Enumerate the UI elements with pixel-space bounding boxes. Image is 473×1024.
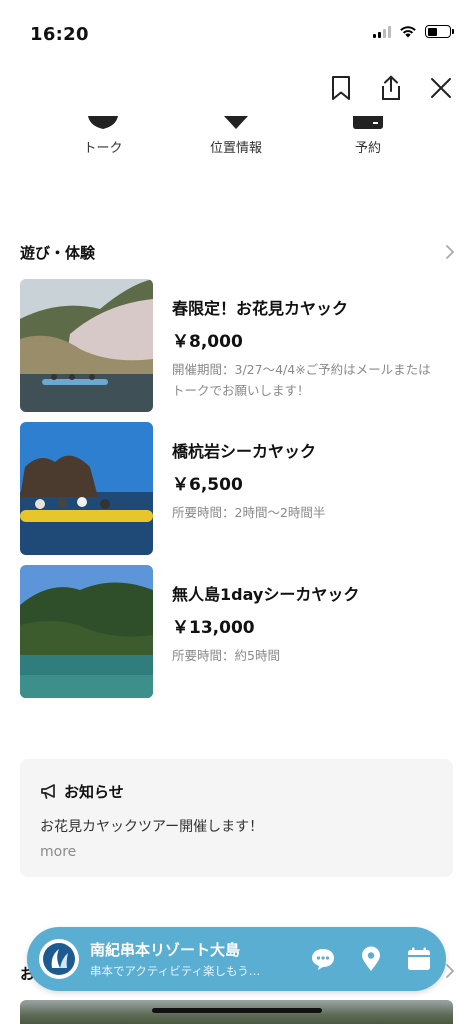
activity-description: 開催期間：3/27〜4/4※ご予約はメールまたはトークでお願いします！ — [172, 362, 431, 398]
section-title: 遊び・体験 — [20, 243, 96, 262]
notice-text: お花見カヤックツアー開催します！ — [40, 819, 264, 835]
share-icon[interactable] — [377, 74, 405, 102]
activity-description: 所要時間：2時間〜2時間半 — [172, 505, 326, 520]
tab-talk-label: トーク — [83, 141, 123, 156]
activity-list: 春限定！お花見カヤック ￥8,000 開催期間：3/27〜4/4※ご予約はメール… — [20, 279, 463, 708]
quick-tabs: トーク 位置情報 予約 — [0, 116, 473, 166]
activity-item[interactable]: 無人島1dayシーカヤック ￥13,000 所要時間：約5時間 — [20, 565, 463, 698]
account-subtitle: 串本でアクティビティ楽しもう… — [90, 964, 261, 978]
activity-price: ￥6,500 — [172, 475, 243, 495]
chat-bubble-icon[interactable] — [310, 946, 336, 972]
activities-section-header[interactable]: 遊び・体験 — [20, 240, 455, 264]
activity-thumbnail — [20, 565, 153, 698]
wifi-icon — [400, 26, 416, 38]
bookmark-icon[interactable] — [327, 74, 355, 102]
activity-thumbnail — [20, 279, 153, 412]
map-pin-icon[interactable] — [358, 946, 384, 972]
activity-price: ￥8,000 — [172, 332, 243, 352]
megaphone-icon — [41, 783, 55, 799]
account-name: 南紀串本リゾート大島 — [90, 941, 241, 959]
activity-item[interactable]: 橋杭岩シーカヤック ￥6,500 所要時間：2時間〜2時間半 — [20, 422, 463, 555]
tab-location[interactable]: 位置情報 — [191, 116, 281, 156]
chevron-right-icon — [446, 245, 455, 259]
activity-item[interactable]: 春限定！お花見カヤック ￥8,000 開催期間：3/27〜4/4※ご予約はメール… — [20, 279, 463, 412]
activity-title: 橋杭岩シーカヤック — [172, 442, 317, 461]
notice-header: お知らせ — [40, 781, 433, 802]
top-actions — [327, 74, 455, 102]
calendar-icon — [353, 116, 383, 129]
activity-title: 無人島1dayシーカヤック — [172, 585, 360, 604]
tab-reservation-label: 予約 — [354, 141, 381, 156]
status-time: 16:20 — [30, 24, 89, 45]
activity-price: ￥13,000 — [172, 618, 255, 638]
next-section-chevron-icon[interactable] — [445, 963, 455, 983]
notice-more-link[interactable]: more — [40, 844, 433, 860]
status-bar: 16:20 — [0, 0, 473, 56]
location-icon — [224, 116, 248, 129]
close-icon[interactable] — [427, 74, 455, 102]
tab-location-label: 位置情報 — [209, 141, 262, 156]
home-indicator — [152, 1008, 322, 1013]
tab-reservation[interactable]: 予約 — [323, 116, 413, 156]
cellular-signal-icon — [373, 25, 391, 38]
notice-title: お知らせ — [64, 783, 124, 801]
tab-talk[interactable]: トーク — [58, 116, 148, 156]
battery-icon — [425, 25, 454, 38]
notice-card[interactable]: お知らせ お花見カヤックツアー開催します！ more — [20, 759, 453, 877]
activity-thumbnail — [20, 422, 153, 555]
account-bar[interactable]: 南紀串本リゾート大島 串本でアクティビティ楽しもう… — [27, 927, 446, 991]
status-icons — [373, 25, 454, 38]
activity-title: 春限定！お花見カヤック — [172, 299, 349, 318]
account-avatar — [39, 939, 79, 979]
talk-icon — [88, 116, 118, 129]
calendar-icon[interactable] — [406, 946, 432, 972]
activity-description: 所要時間：約5時間 — [172, 648, 280, 663]
